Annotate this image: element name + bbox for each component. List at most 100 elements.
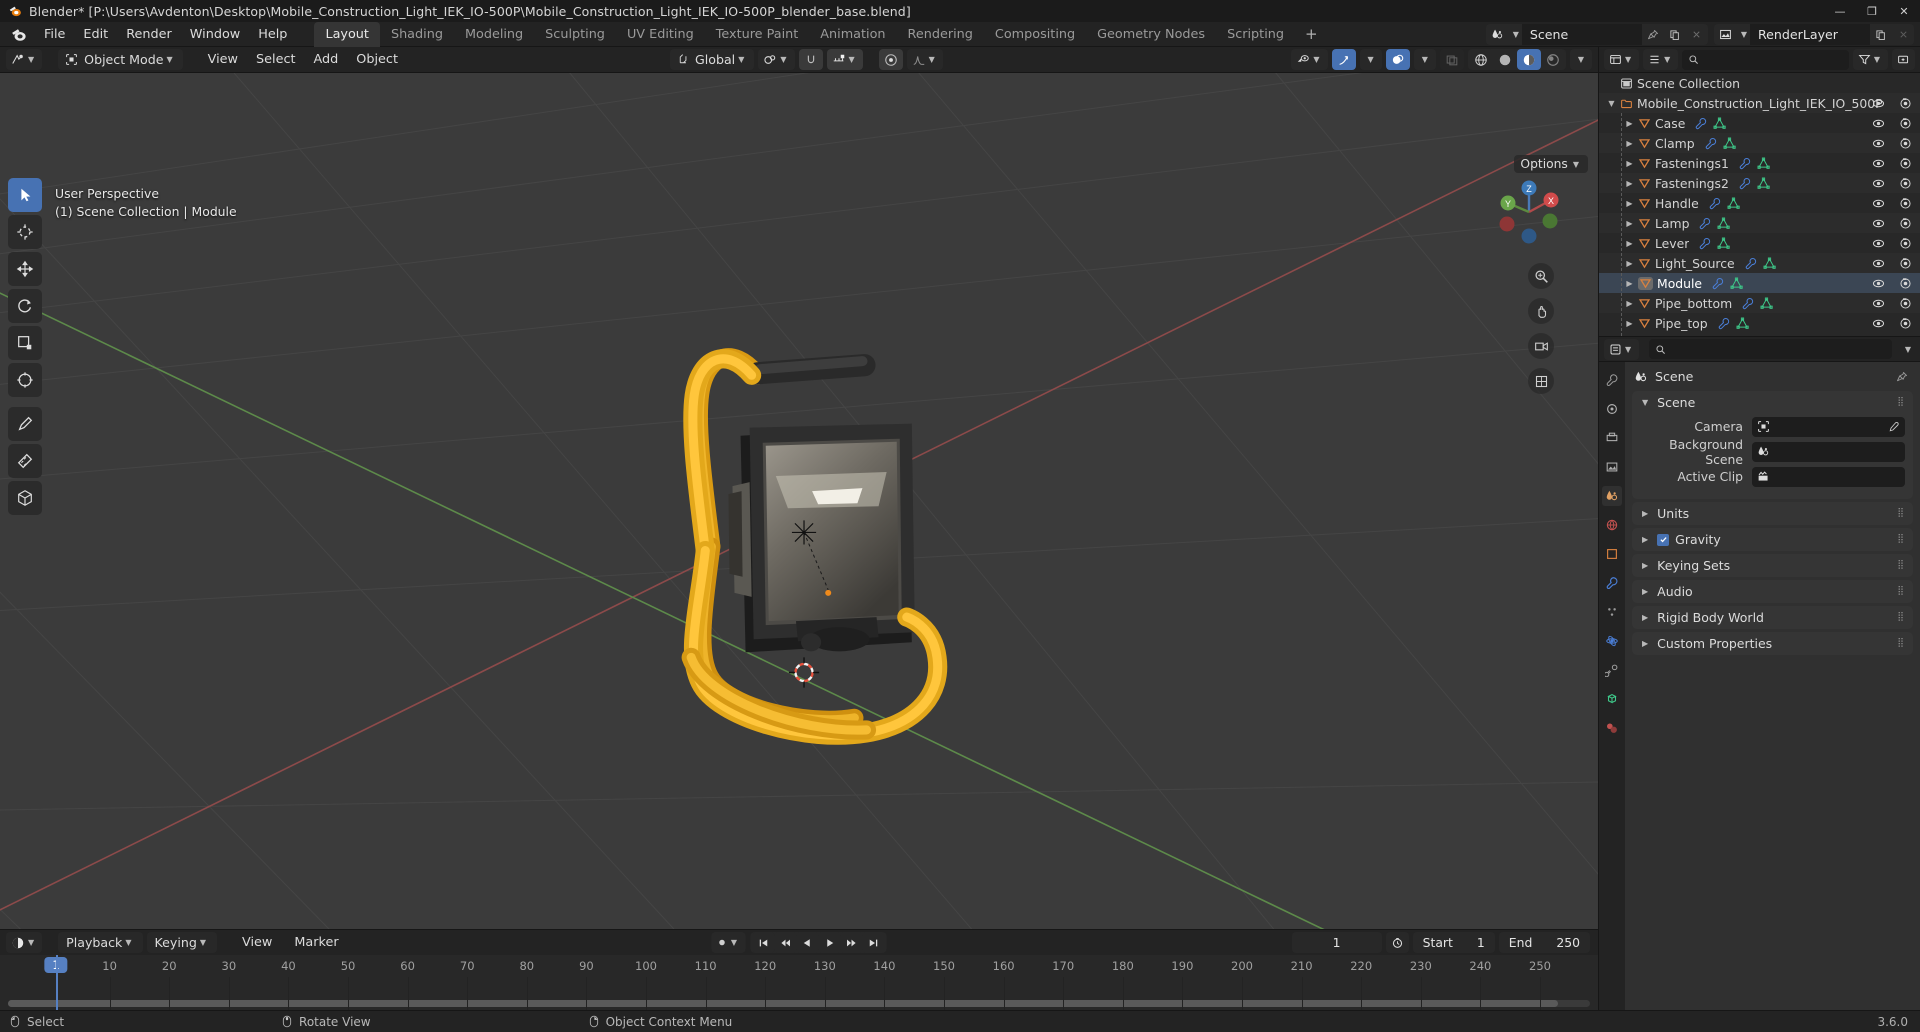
outliner-filter-button[interactable]: ▼ [1852, 49, 1888, 70]
snap-toggle-button[interactable] [798, 49, 823, 70]
render-camera-icon[interactable] [1899, 137, 1912, 150]
maximize-button[interactable]: ❐ [1856, 0, 1888, 22]
tool-annotate[interactable] [8, 407, 42, 441]
outliner-row-collection[interactable]: ▼ Mobile_Construction_Light_IEK_IO_500P [1599, 93, 1920, 113]
modifier-wrench-icon[interactable] [1711, 277, 1724, 290]
modifier-wrench-icon[interactable] [1738, 177, 1751, 190]
viewport-menu-view[interactable]: View [199, 49, 247, 70]
tab-compositing[interactable]: Compositing [984, 22, 1086, 47]
shading-dropdown[interactable]: ▼ [1569, 49, 1592, 70]
eye-icon[interactable] [1872, 217, 1885, 230]
timeline-scrollbar-thumb[interactable] [8, 1000, 1559, 1007]
toggle-ortho-icon[interactable] [1528, 368, 1554, 394]
disclosure-right-icon[interactable]: ▶ [1623, 179, 1636, 188]
panel-custom-properties-header[interactable]: ▶ Custom Properties ⣿ [1632, 632, 1913, 655]
eye-icon[interactable] [1872, 177, 1885, 190]
disclosure-right-icon[interactable]: ▶ [1623, 219, 1636, 228]
modifier-wrench-icon[interactable] [1698, 237, 1711, 250]
eye-icon[interactable] [1872, 137, 1885, 150]
tab-scripting[interactable]: Scripting [1216, 22, 1295, 47]
tab-particles[interactable] [1602, 602, 1622, 622]
eye-icon[interactable] [1872, 197, 1885, 210]
overlays-toggle-button[interactable] [1385, 49, 1410, 70]
timeline-menu-view[interactable]: View [233, 932, 281, 953]
properties-search-input[interactable] [1671, 342, 1886, 356]
eye-icon[interactable] [1872, 297, 1885, 310]
tool-add-cube[interactable] [8, 481, 42, 515]
scene-name-field[interactable]: Scene [1521, 24, 1642, 45]
outliner-row-scene-collection[interactable]: Scene Collection [1599, 73, 1920, 93]
tool-rotate[interactable] [8, 289, 42, 323]
viewlayer-selector[interactable]: ▼ RenderLayer [1713, 24, 1914, 45]
tool-cursor[interactable] [8, 215, 42, 249]
pan-hand-icon[interactable] [1528, 298, 1554, 324]
tab-animation[interactable]: Animation [809, 22, 896, 47]
tab-scene[interactable] [1602, 486, 1622, 506]
next-keyframe-button[interactable] [840, 932, 863, 953]
disclosure-down-icon[interactable]: ▼ [1605, 99, 1618, 108]
modifier-wrench-icon[interactable] [1717, 317, 1730, 330]
outliner-row-case[interactable]: ▶ Case [1599, 113, 1920, 133]
pin-icon[interactable] [1642, 29, 1664, 41]
close-button[interactable]: ✕ [1888, 0, 1920, 22]
disclosure-right-icon[interactable]: ▶ [1623, 259, 1636, 268]
editor-type-button[interactable]: ▼ [6, 49, 43, 70]
outliner-row-lever[interactable]: ▶ Lever [1599, 233, 1920, 253]
properties-search-box[interactable] [1649, 339, 1892, 359]
tab-shading[interactable]: Shading [380, 22, 454, 47]
properties-editor-type-button[interactable]: ▼ [1604, 338, 1640, 360]
mesh-data-icon[interactable] [1763, 257, 1776, 270]
mesh-data-icon[interactable] [1757, 177, 1770, 190]
tool-transform[interactable] [8, 363, 42, 397]
tool-move[interactable] [8, 252, 42, 286]
tab-texture-paint[interactable]: Texture Paint [705, 22, 810, 47]
blender-menu-icon[interactable] [10, 26, 27, 43]
playback-dropdown[interactable]: Playback ▼ [58, 932, 143, 953]
menu-render[interactable]: Render [117, 24, 181, 45]
render-camera-icon[interactable] [1899, 97, 1912, 110]
menu-edit[interactable]: Edit [74, 24, 117, 45]
tab-modifiers[interactable] [1602, 573, 1622, 593]
render-camera-icon[interactable] [1899, 237, 1912, 250]
shading-material-button[interactable] [1516, 49, 1541, 70]
panel-units-header[interactable]: ▶ Units ⣿ [1632, 502, 1913, 525]
visibility-dropdown[interactable]: ▼ [1291, 49, 1328, 70]
tab-constraints[interactable] [1602, 660, 1622, 680]
shading-rendered-button[interactable] [1540, 49, 1565, 70]
snap-target-dropdown[interactable]: ▼ [758, 49, 795, 70]
gravity-checkbox[interactable] [1657, 533, 1670, 546]
mesh-data-icon[interactable] [1736, 317, 1749, 330]
mesh-data-icon[interactable] [1727, 197, 1740, 210]
outliner-display-mode-button[interactable]: ▼ [1643, 49, 1679, 70]
properties-options-chevron-down-icon[interactable]: ▼ [1905, 345, 1911, 354]
outliner-row-handle[interactable]: ▶ Handle [1599, 193, 1920, 213]
render-camera-icon[interactable] [1899, 297, 1912, 310]
zoom-icon[interactable] [1528, 263, 1554, 289]
mesh-data-icon[interactable] [1713, 117, 1726, 130]
disclosure-right-icon[interactable]: ▶ [1623, 119, 1636, 128]
disclosure-right-icon[interactable]: ▶ [1623, 279, 1636, 288]
render-camera-icon[interactable] [1899, 117, 1912, 130]
eye-icon[interactable] [1872, 97, 1885, 110]
eye-icon[interactable] [1872, 157, 1885, 170]
modifier-wrench-icon[interactable] [1744, 257, 1757, 270]
shading-wireframe-button[interactable] [1468, 49, 1493, 70]
outliner-row-lamp[interactable]: ▶ Lamp [1599, 213, 1920, 233]
proportional-edit-dropdown[interactable]: ▼ [826, 49, 863, 70]
viewport-menu-add[interactable]: Add [305, 49, 348, 70]
disclosure-right-icon[interactable]: ▶ [1623, 159, 1636, 168]
background-scene-field[interactable] [1752, 441, 1905, 462]
new-scene-icon[interactable] [1664, 29, 1686, 41]
render-camera-icon[interactable] [1899, 217, 1912, 230]
disclosure-right-icon[interactable]: ▶ [1623, 299, 1636, 308]
previous-keyframe-button[interactable] [774, 932, 797, 953]
timeline-menu-marker[interactable]: Marker [285, 932, 347, 953]
modifier-wrench-icon[interactable] [1738, 157, 1751, 170]
minimize-button[interactable]: — [1824, 0, 1856, 22]
tab-layout[interactable]: Layout [314, 21, 380, 47]
outliner-row-fastenings1[interactable]: ▶ Fastenings1 [1599, 153, 1920, 173]
tab-sculpting[interactable]: Sculpting [534, 22, 616, 47]
outliner-row-clamp[interactable]: ▶ Clamp [1599, 133, 1920, 153]
scene-selector[interactable]: ▼ Scene [1485, 24, 1708, 45]
panel-scene-header[interactable]: ▼ Scene ⣿ [1632, 391, 1913, 414]
